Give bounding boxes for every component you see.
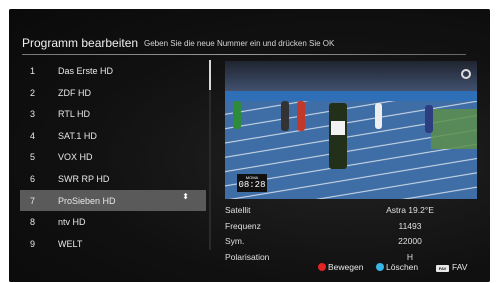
channel-name: ZDF HD — [58, 87, 91, 98]
move-updown-icon: ⬍ — [182, 191, 189, 201]
legend-fav[interactable]: FAV FAV — [436, 262, 467, 272]
live-preview-video: MOMA 08:28 — [225, 61, 477, 199]
channel-row[interactable]: 8 ntv HD — [20, 211, 206, 233]
channel-number: 3 — [30, 109, 36, 120]
channel-row[interactable]: 2 ZDF HD — [20, 82, 206, 104]
clock-time: 08:28 — [238, 180, 266, 190]
header-divider — [22, 54, 466, 55]
runner — [233, 101, 241, 129]
infield-grass — [431, 109, 477, 149]
channel-row[interactable]: 4 SAT.1 HD — [20, 125, 206, 147]
channel-name: SAT.1 HD — [58, 130, 97, 141]
runner — [425, 105, 433, 133]
channel-name: RTL HD — [58, 109, 91, 120]
channel-name: WELT — [58, 238, 83, 249]
channel-number: 8 — [30, 217, 36, 228]
channel-name: Das Erste HD — [58, 66, 114, 76]
info-value: Astra 19.2°E — [386, 205, 434, 215]
channel-number: 7 — [30, 195, 36, 206]
channel-list-scrollbar[interactable] — [209, 60, 211, 250]
legend-move[interactable]: Bewegen — [318, 262, 363, 272]
runner — [375, 103, 382, 129]
info-label: Sym. — [225, 236, 245, 246]
race-clock: MOMA 08:28 — [237, 174, 267, 192]
info-value: 22000 — [398, 236, 422, 246]
lead-runner — [329, 103, 347, 169]
channel-row[interactable]: 6 SWR RP HD — [20, 168, 206, 190]
channel-number: 2 — [30, 87, 36, 98]
channel-number: 5 — [30, 152, 36, 163]
channel-number: 6 — [30, 173, 36, 184]
stadium-banner — [225, 91, 477, 101]
info-label: Satellit — [225, 205, 251, 215]
channel-name: ntv HD — [58, 217, 86, 228]
info-row-symbolrate: Sym. 22000 — [225, 234, 477, 250]
info-row-frequency: Frequenz 11493 — [225, 219, 477, 235]
page-title: Programm bearbeiten — [22, 36, 139, 50]
channel-name: VOX HD — [58, 152, 93, 163]
channel-name: SWR RP HD — [58, 173, 110, 184]
channel-list: 1 Das Erste HD 2 ZDF HD 3 RTL HD 4 SAT.1… — [20, 60, 206, 254]
broadcast-logo-icon — [461, 69, 471, 79]
legend-fav-label: FAV — [452, 262, 468, 272]
channel-number: 9 — [30, 238, 36, 249]
channel-row[interactable]: 5 VOX HD — [20, 146, 206, 168]
info-value: 11493 — [398, 220, 422, 231]
legend-delete-label: Löschen — [386, 262, 419, 272]
channel-name: ProSieben HD — [58, 195, 116, 206]
runner — [297, 101, 305, 131]
channel-number: 4 — [30, 130, 36, 141]
info-row-satellite: Satellit Astra 19.2°E — [225, 203, 477, 219]
info-value: H — [406, 251, 414, 262]
info-label: Polarisation — [225, 251, 270, 262]
fav-key-icon: FAV — [436, 265, 449, 272]
instruction-hint: Geben Sie die neue Nummer ein und drücke… — [144, 39, 335, 48]
channel-row-selected[interactable]: 7 ProSieben HD ⬍ — [20, 189, 206, 212]
runner — [281, 101, 289, 131]
channel-number: 1 — [30, 66, 36, 76]
legend-move-label: Bewegen — [328, 262, 364, 272]
blue-button-icon — [376, 263, 384, 271]
transponder-info: Satellit Astra 19.2°E Frequenz 11493 Sym… — [225, 203, 477, 265]
channel-row[interactable]: 1 Das Erste HD — [20, 60, 206, 82]
info-label: Frequenz — [225, 220, 261, 231]
header: Programm bearbeiten Geben Sie die neue N… — [22, 33, 474, 53]
legend-delete[interactable]: Löschen — [376, 262, 418, 272]
channel-row[interactable]: 9 WELT — [20, 233, 206, 255]
red-button-icon — [318, 263, 326, 271]
scrollbar-thumb[interactable] — [209, 60, 211, 90]
channel-row[interactable]: 3 RTL HD — [20, 103, 206, 125]
